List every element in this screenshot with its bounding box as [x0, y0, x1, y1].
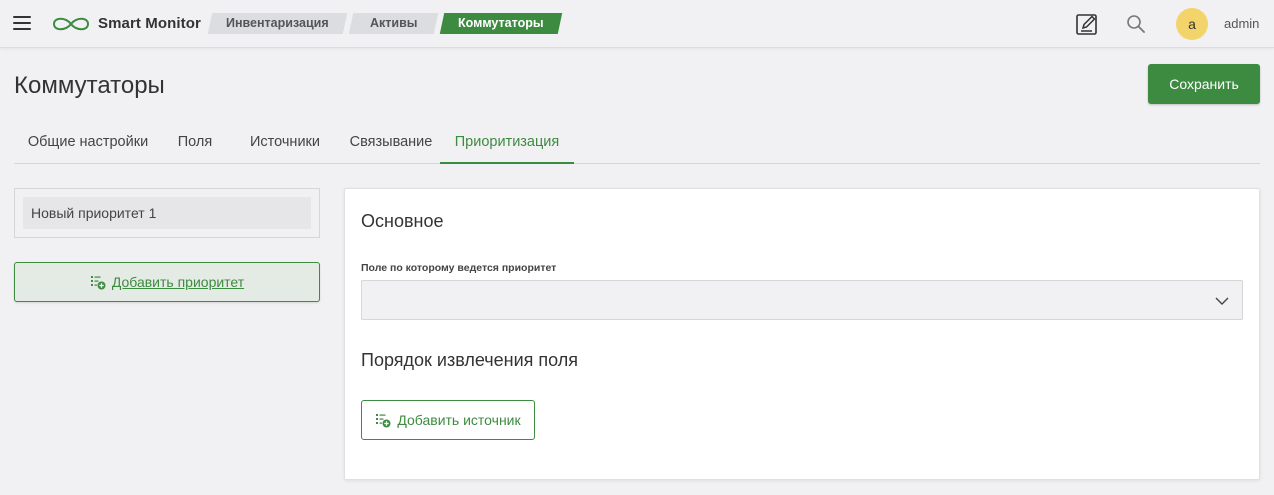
priority-settings-panel: Основное Поле по которому ведется приори… [344, 188, 1260, 480]
add-priority-button[interactable]: Добавить приоритет [14, 262, 320, 302]
list-add-icon [90, 276, 106, 290]
tab-fields[interactable]: Поля [162, 120, 228, 164]
search-icon[interactable] [1124, 12, 1148, 36]
tab-sources[interactable]: Источники [228, 120, 342, 164]
list-add-icon [376, 414, 391, 428]
priority-list-item[interactable]: Новый приоритет 1 [23, 197, 311, 229]
page-title: Коммутаторы [14, 72, 165, 99]
add-priority-label: Добавить приоритет [111, 274, 245, 290]
breadcrumb-inventory[interactable]: Инвентаризация [207, 13, 348, 34]
priority-list: Новый приоритет 1 [14, 188, 320, 238]
section-title-main: Основное [361, 211, 444, 231]
add-source-button[interactable]: Добавить источник [361, 400, 535, 440]
tab-prioritization[interactable]: Приоритизация [440, 120, 574, 164]
priority-field-select[interactable] [361, 280, 1243, 320]
chevron-down-icon [1215, 297, 1229, 305]
tab-linking[interactable]: Связывание [342, 120, 440, 164]
add-source-label: Добавить источник [397, 412, 521, 428]
edit-icon[interactable] [1075, 12, 1099, 36]
menu-icon[interactable] [13, 16, 31, 30]
top-bar: Smart Monitor Инвентаризация Активы Комм… [0, 0, 1274, 48]
section-title-order: Порядок извлечения поля [361, 350, 579, 370]
tab-bar: Общие настройки Поля Источники Связывани… [14, 120, 1260, 164]
infinity-logo-icon[interactable] [50, 14, 92, 34]
tab-general-settings[interactable]: Общие настройки [14, 120, 162, 164]
save-button[interactable]: Сохранить [1148, 64, 1260, 104]
brand-name: Smart Monitor [98, 15, 201, 32]
breadcrumb-assets[interactable]: Активы [348, 13, 439, 34]
username[interactable]: admin [1224, 16, 1259, 31]
breadcrumb-switches[interactable]: Коммутаторы [439, 13, 563, 34]
avatar[interactable]: a [1176, 8, 1208, 40]
priority-field-label: Поле по которому ведется приоритет [361, 262, 557, 274]
